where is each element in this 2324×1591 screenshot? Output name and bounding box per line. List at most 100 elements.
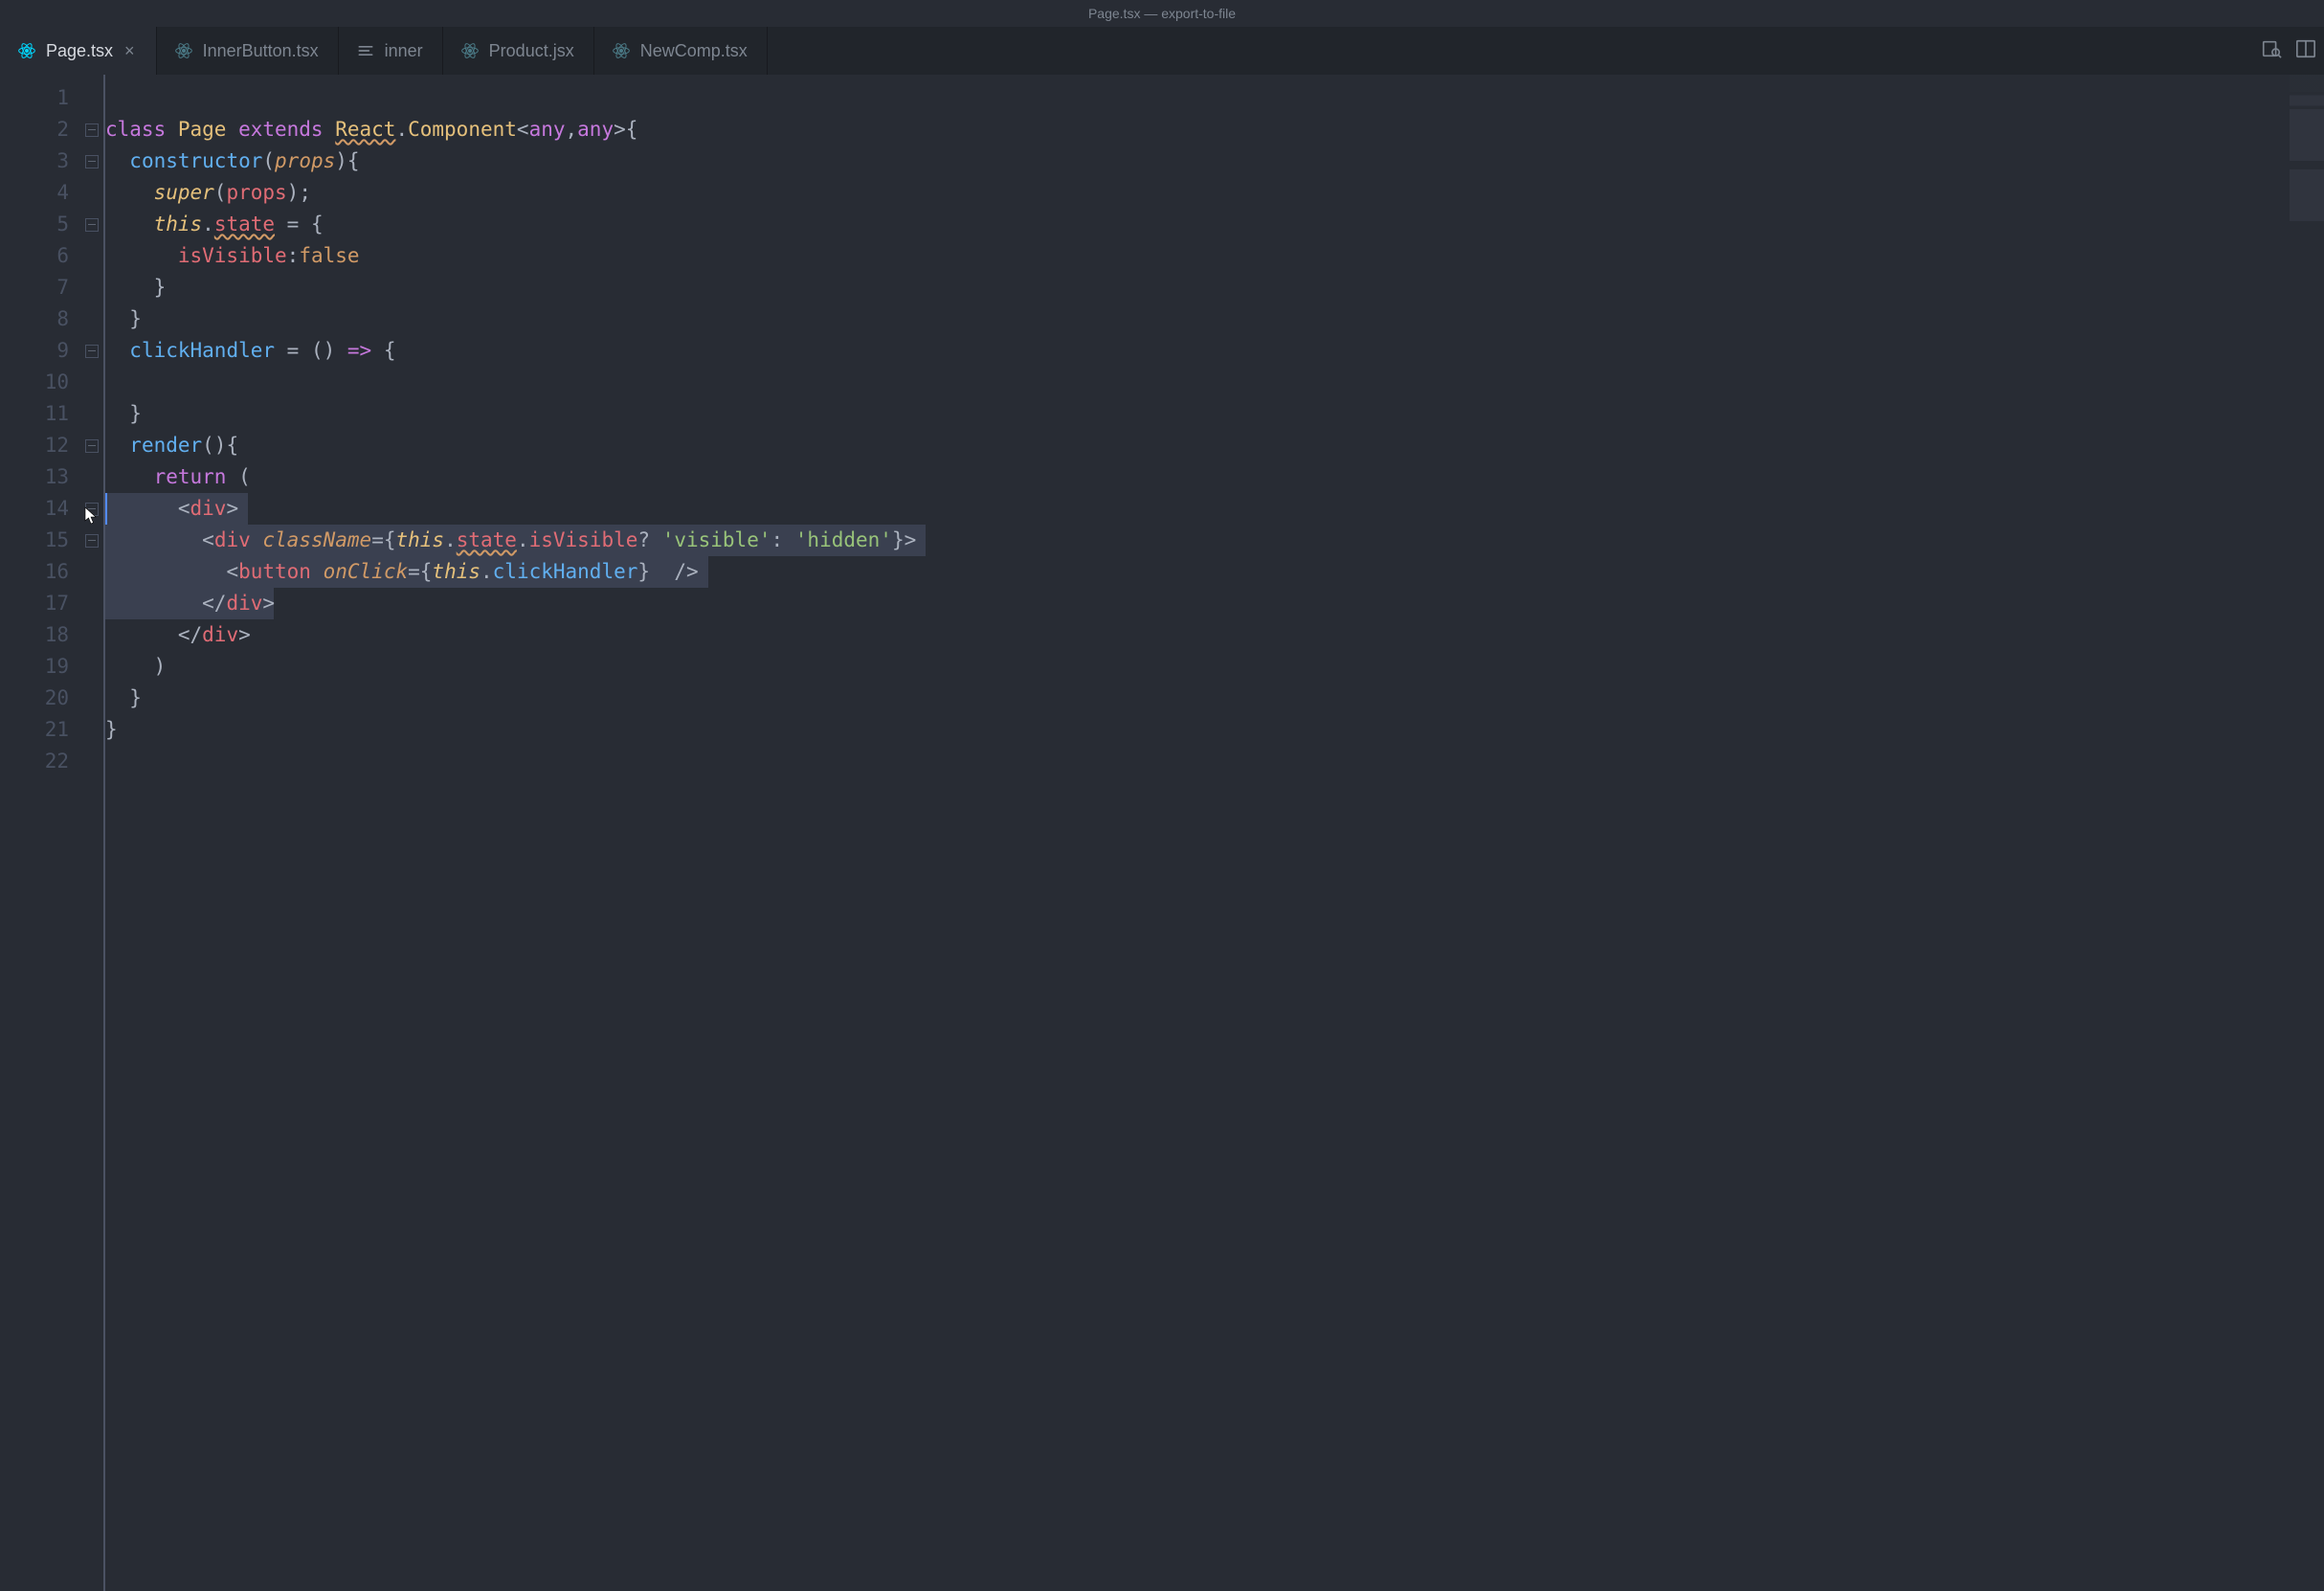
fold-marker (78, 82, 105, 114)
tab-label: Product.jsx (489, 41, 574, 61)
tabbar-spacer (768, 27, 2261, 75)
fold-marker (78, 746, 105, 777)
fold-marker[interactable] (78, 209, 105, 240)
tab-innerbutton-tsx[interactable]: InnerButton.tsx (157, 27, 339, 75)
line-number[interactable]: 8 (0, 303, 78, 335)
fold-marker[interactable] (78, 114, 105, 146)
editor-area[interactable]: 12345678910111213141516171819202122 clas… (0, 75, 2324, 1591)
code-line[interactable]: </div> (105, 588, 2324, 619)
tab-page-tsx[interactable]: Page.tsx × (0, 27, 157, 75)
tab-label: InnerButton.tsx (203, 41, 319, 61)
line-number-gutter[interactable]: 12345678910111213141516171819202122 (0, 75, 78, 1591)
fold-marker (78, 303, 105, 335)
fold-marker[interactable] (78, 430, 105, 461)
line-number[interactable]: 2 (0, 114, 78, 146)
tab-newcomp-tsx[interactable]: NewComp.tsx (594, 27, 768, 75)
code-line[interactable]: } (105, 398, 2324, 430)
code-line[interactable]: isVisible:false (105, 240, 2324, 272)
fold-marker (78, 619, 105, 651)
react-icon (174, 41, 193, 60)
fold-toggle-icon[interactable] (85, 155, 99, 168)
code-line[interactable]: clickHandler = () => { (105, 335, 2324, 367)
line-number[interactable]: 15 (0, 525, 78, 556)
line-number[interactable]: 14 (0, 493, 78, 525)
code-line[interactable]: </div> (105, 619, 2324, 651)
fold-toggle-icon[interactable] (85, 218, 99, 232)
code-line[interactable]: super(props); (105, 177, 2324, 209)
react-icon (612, 41, 631, 60)
code-line[interactable]: class Page extends React.Component<any,a… (105, 114, 2324, 146)
line-number[interactable]: 21 (0, 714, 78, 746)
tab-label: inner (385, 41, 423, 61)
fold-marker[interactable] (78, 525, 105, 556)
line-number[interactable]: 10 (0, 367, 78, 398)
fold-toggle-icon[interactable] (85, 534, 99, 548)
code-line[interactable] (105, 746, 2324, 777)
fold-marker (78, 398, 105, 430)
fold-toggle-icon[interactable] (85, 439, 99, 453)
line-number[interactable]: 3 (0, 146, 78, 177)
fold-toggle-icon[interactable] (85, 503, 99, 516)
tabbar-actions (2261, 27, 2324, 75)
line-number[interactable]: 17 (0, 588, 78, 619)
line-number[interactable]: 19 (0, 651, 78, 683)
code-line[interactable] (105, 82, 2324, 114)
window-title: Page.tsx — export-to-file (1088, 6, 1236, 21)
minimap[interactable] (2290, 75, 2324, 247)
code-line[interactable]: } (105, 303, 2324, 335)
react-icon (17, 41, 36, 60)
react-icon (460, 41, 480, 60)
fold-marker (78, 367, 105, 398)
tab-label: NewComp.tsx (640, 41, 748, 61)
split-editor-icon[interactable] (2295, 38, 2316, 63)
code-line[interactable]: this.state = { (105, 209, 2324, 240)
fold-marker (78, 588, 105, 619)
tab-bar: Page.tsx × InnerButton.tsx inner Product.… (0, 27, 2324, 75)
find-in-file-icon[interactable] (2261, 38, 2282, 63)
line-number[interactable]: 12 (0, 430, 78, 461)
line-number[interactable]: 6 (0, 240, 78, 272)
fold-marker (78, 714, 105, 746)
fold-marker (78, 177, 105, 209)
line-number[interactable]: 13 (0, 461, 78, 493)
fold-marker (78, 272, 105, 303)
tab-inner[interactable]: inner (339, 27, 443, 75)
code-line[interactable]: ) (105, 651, 2324, 683)
line-number[interactable]: 7 (0, 272, 78, 303)
window-titlebar: Page.tsx — export-to-file (0, 0, 2324, 27)
code-line[interactable]: render(){ (105, 430, 2324, 461)
code-line[interactable]: constructor(props){ (105, 146, 2324, 177)
fold-marker (78, 651, 105, 683)
line-number[interactable]: 20 (0, 683, 78, 714)
fold-marker (78, 556, 105, 588)
tab-product-jsx[interactable]: Product.jsx (443, 27, 594, 75)
line-number[interactable]: 18 (0, 619, 78, 651)
fold-marker (78, 240, 105, 272)
text-caret (105, 493, 107, 525)
line-number[interactable]: 4 (0, 177, 78, 209)
code-line[interactable]: } (105, 714, 2324, 746)
line-number[interactable]: 11 (0, 398, 78, 430)
lines-icon (356, 41, 375, 60)
code-line[interactable]: } (105, 272, 2324, 303)
code-line[interactable]: } (105, 683, 2324, 714)
fold-toggle-icon[interactable] (85, 123, 99, 137)
fold-marker (78, 683, 105, 714)
line-number[interactable]: 5 (0, 209, 78, 240)
fold-gutter[interactable] (78, 75, 105, 1591)
line-number[interactable]: 9 (0, 335, 78, 367)
code-line[interactable]: <div> (105, 493, 2324, 525)
line-number[interactable]: 22 (0, 746, 78, 777)
code-content[interactable]: class Page extends React.Component<any,a… (105, 75, 2324, 1591)
tab-label: Page.tsx (46, 41, 113, 61)
code-line[interactable]: return ( (105, 461, 2324, 493)
fold-toggle-icon[interactable] (85, 345, 99, 358)
close-icon[interactable]: × (123, 41, 137, 61)
code-line[interactable] (105, 367, 2324, 398)
fold-marker[interactable] (78, 335, 105, 367)
line-number[interactable]: 1 (0, 82, 78, 114)
fold-marker (78, 461, 105, 493)
fold-marker[interactable] (78, 493, 105, 525)
fold-marker[interactable] (78, 146, 105, 177)
line-number[interactable]: 16 (0, 556, 78, 588)
